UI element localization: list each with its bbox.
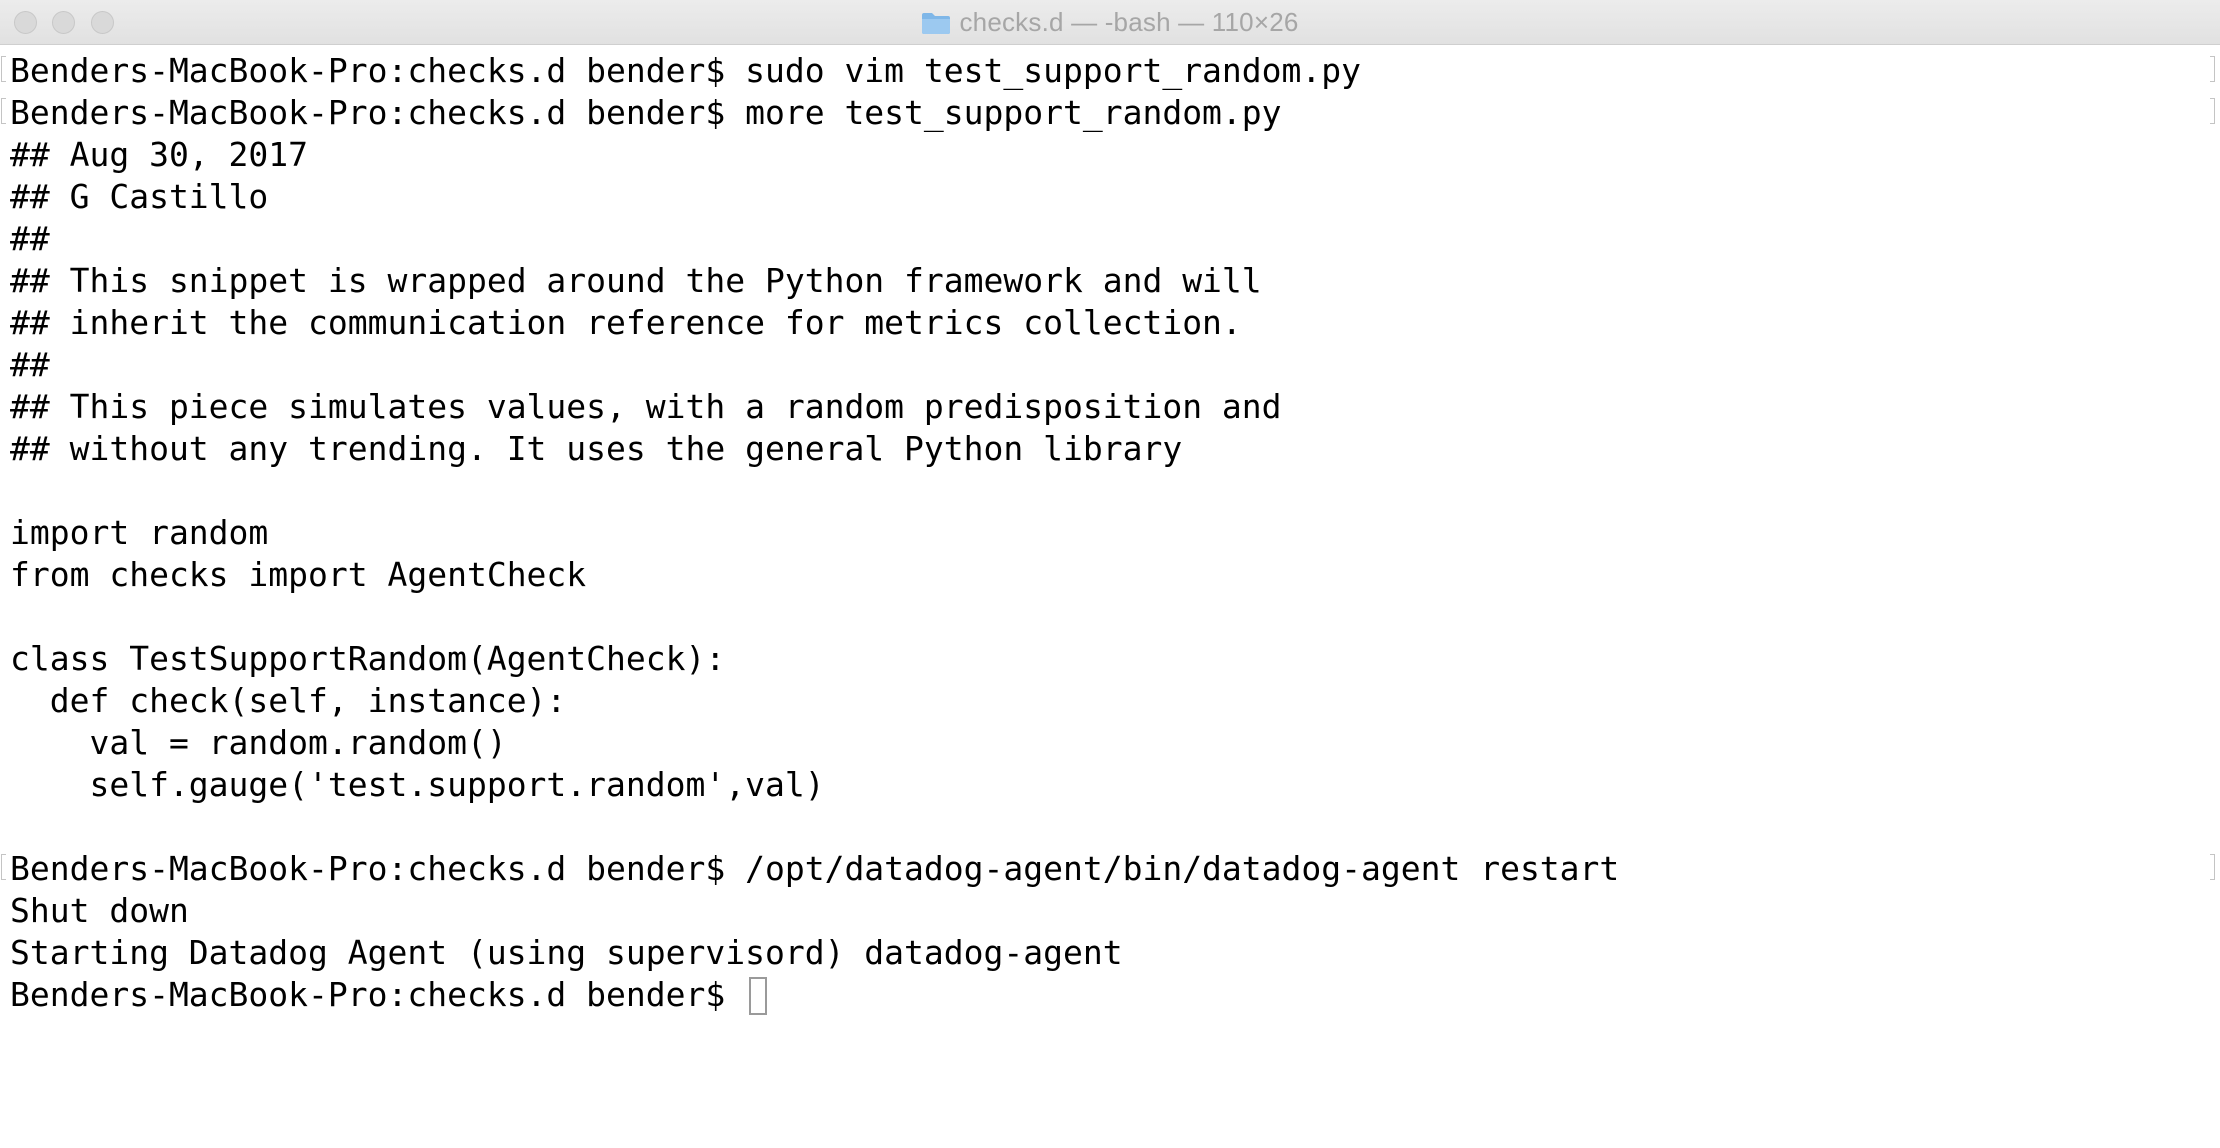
terminal-line-prompt-vim: Benders-MacBook-Pro:checks.d bender$ sud…	[1, 50, 2215, 92]
terminal-line-prompt-restart: Benders-MacBook-Pro:checks.d bender$ /op…	[1, 848, 2215, 890]
prompt-mark-right	[2210, 56, 2215, 82]
title-bar[interactable]: checks.d — -bash — 110×26	[0, 0, 2220, 45]
prompt-mark-right	[2210, 98, 2215, 124]
window-title: checks.d — -bash — 110×26	[959, 7, 1299, 37]
terminal-line: ##	[10, 345, 50, 384]
terminal-line: self.gauge('test.support.random',val)	[10, 765, 825, 804]
terminal-line: Shut down	[10, 891, 189, 930]
folder-icon	[921, 11, 951, 35]
terminal-line: def check(self, instance):	[10, 681, 567, 720]
terminal-line: ## G Castillo	[10, 177, 269, 216]
terminal-line: ## This piece simulates values, with a r…	[10, 387, 1282, 426]
prompt-mark-left	[1, 854, 6, 880]
prompt-mark-left	[1, 98, 6, 124]
terminal-line: ## without any trending. It uses the gen…	[10, 429, 1183, 468]
prompt-mark-right	[2210, 854, 2215, 880]
terminal-line: ## Aug 30, 2017	[10, 135, 309, 174]
terminal-line: from checks import AgentCheck	[10, 555, 587, 594]
text-cursor	[749, 977, 768, 1015]
terminal-output[interactable]: Benders-MacBook-Pro:checks.d bender$ sud…	[1, 50, 2215, 1140]
terminal-window: checks.d — -bash — 110×26 Benders-MacBoo…	[0, 0, 2220, 1148]
terminal-line: val = random.random()	[10, 723, 507, 762]
terminal-line: Starting Datadog Agent (using supervisor…	[10, 933, 1123, 972]
prompt-mark-left	[1, 56, 6, 82]
terminal-line: class TestSupportRandom(AgentCheck):	[10, 639, 726, 678]
terminal-line-current-prompt[interactable]: Benders-MacBook-Pro:checks.d bender$	[10, 974, 2210, 1016]
terminal-line: ## This snippet is wrapped around the Py…	[10, 261, 1262, 300]
terminal-line: ##	[10, 219, 50, 258]
terminal-line: import random	[10, 513, 269, 552]
terminal-line: ## inherit the communication reference f…	[10, 303, 1242, 342]
window-title-area: checks.d — -bash — 110×26	[0, 0, 2220, 45]
terminal-line-prompt-more: Benders-MacBook-Pro:checks.d bender$ mor…	[1, 92, 2215, 134]
